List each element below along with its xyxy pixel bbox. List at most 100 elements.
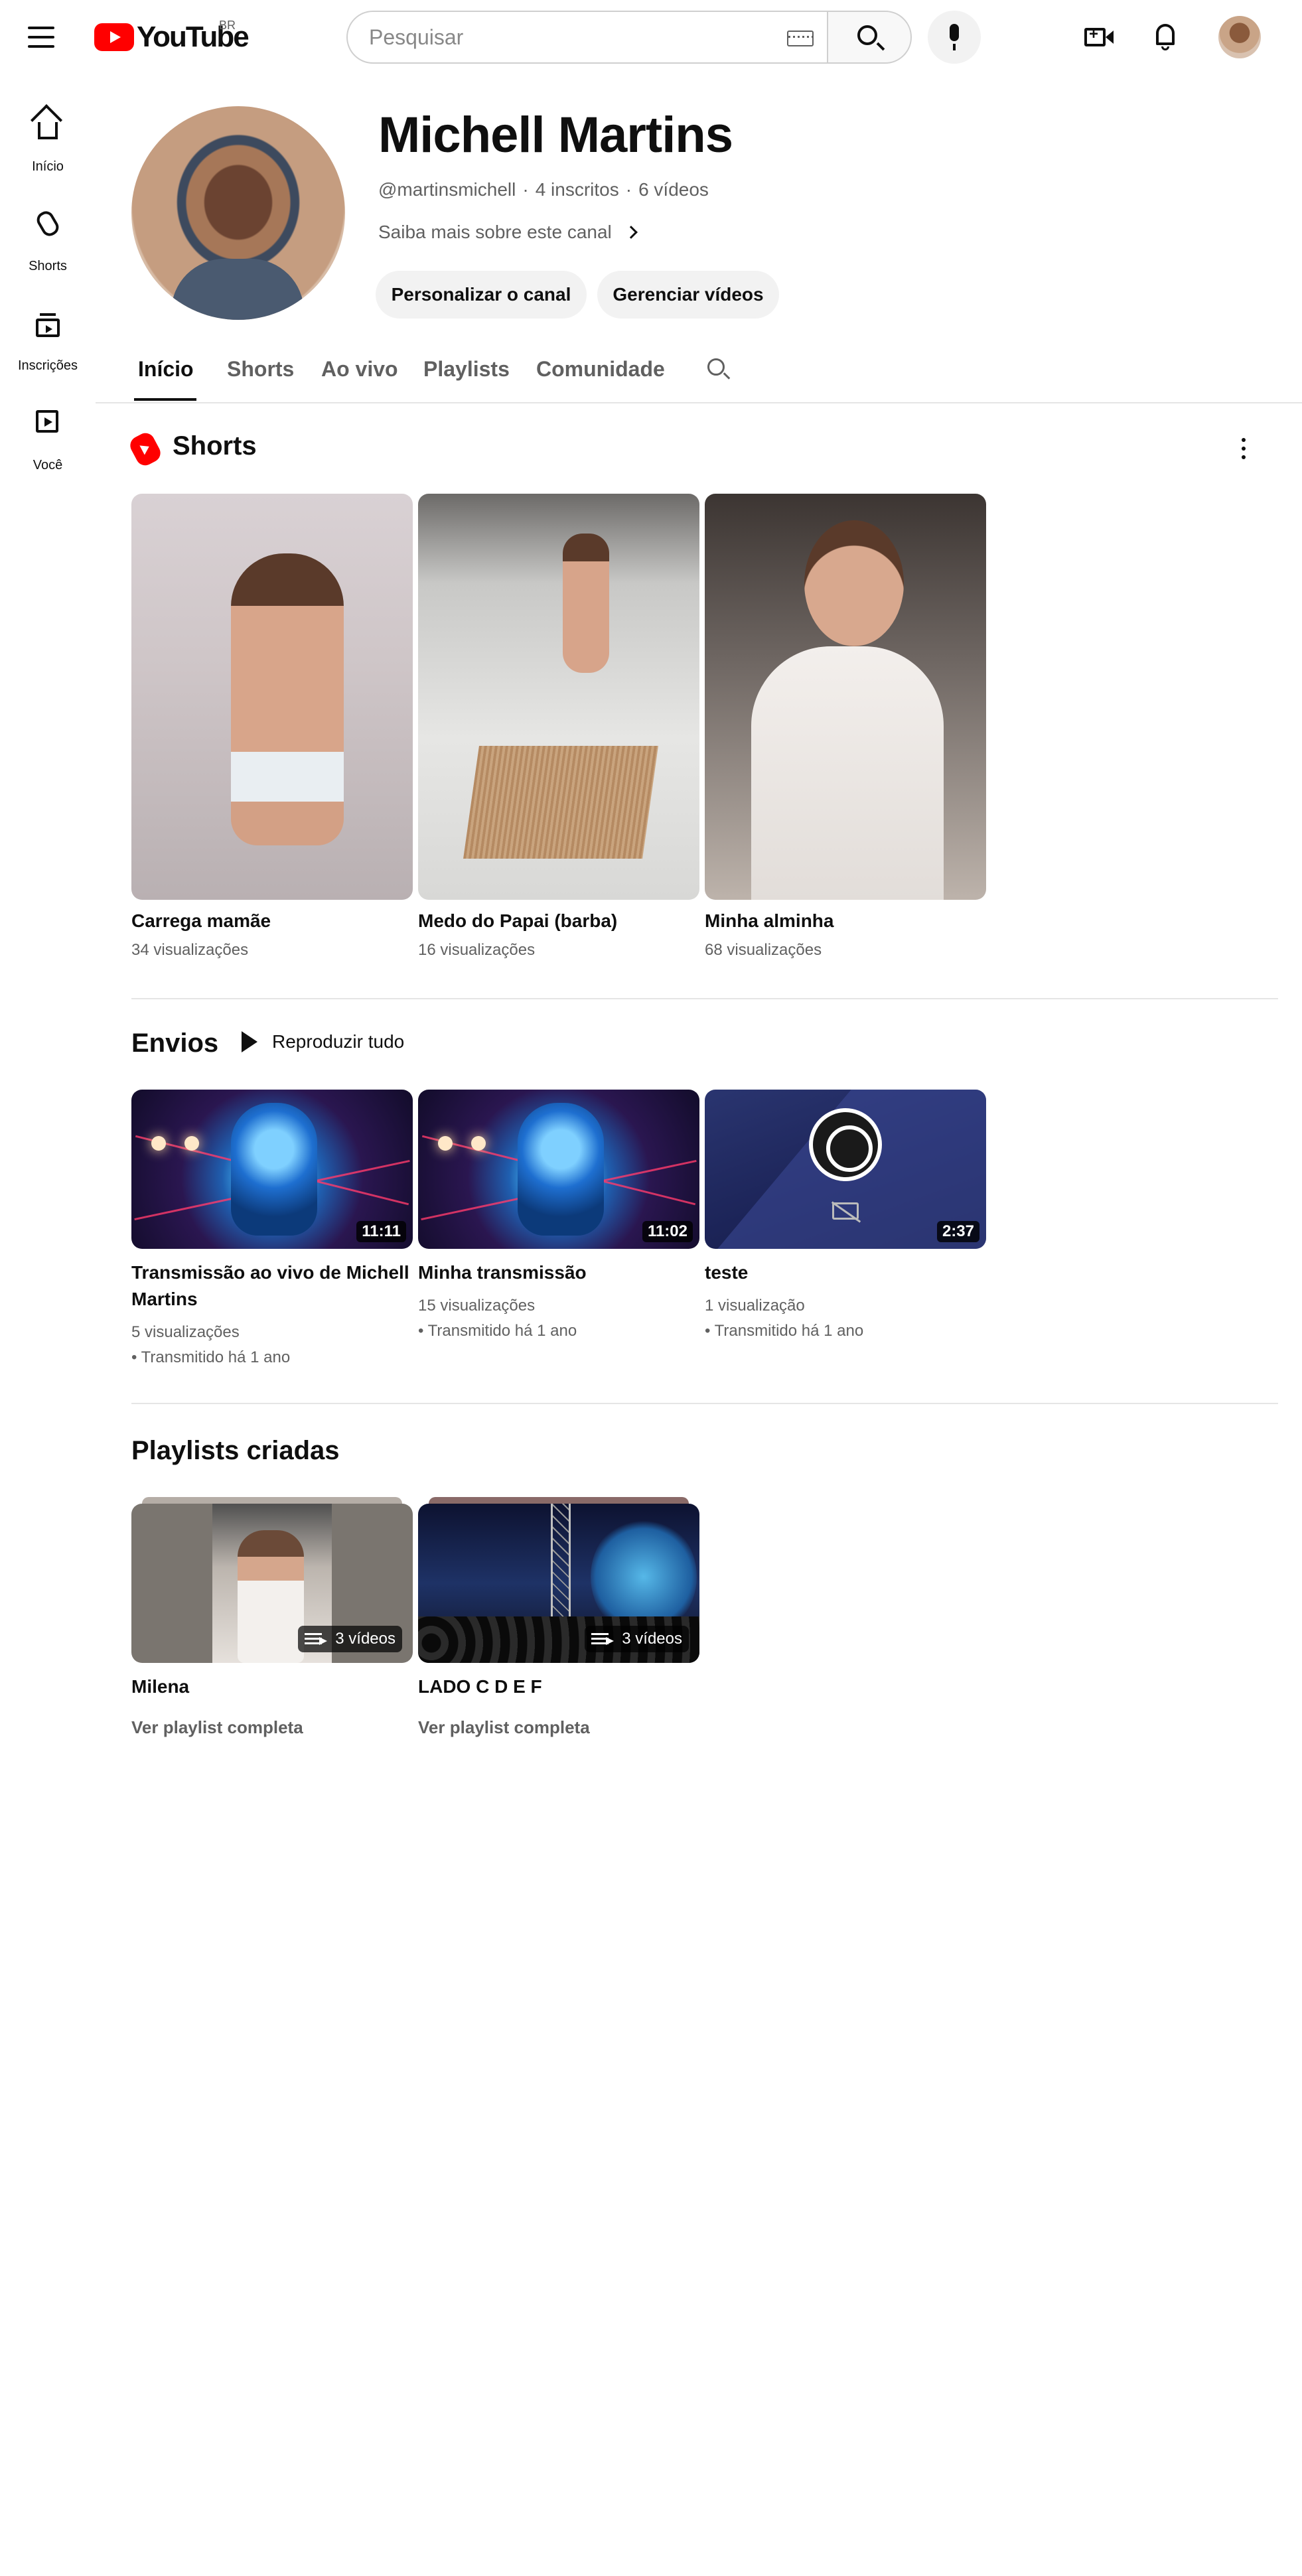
subscriptions-icon bbox=[36, 313, 60, 337]
video-thumbnail[interactable]: 2:37 bbox=[705, 1090, 986, 1249]
video-stream-date: • Transmitido há 1 ano bbox=[418, 1322, 577, 1340]
tab-community[interactable]: Comunidade bbox=[536, 357, 665, 382]
play-icon bbox=[242, 1031, 257, 1052]
microphone-icon bbox=[950, 24, 959, 50]
shorts-section-title: Shorts bbox=[173, 431, 257, 461]
video-thumbnail[interactable]: 11:11 bbox=[131, 1090, 413, 1249]
playlist-thumbnail[interactable]: 3 vídeos bbox=[418, 1504, 699, 1663]
channel-avatar[interactable] bbox=[131, 106, 345, 320]
playlist-thumbnail[interactable]: 3 vídeos bbox=[131, 1504, 413, 1663]
shorts-icon bbox=[34, 208, 62, 239]
tab-shorts[interactable]: Shorts bbox=[227, 357, 294, 382]
video-duration: 2:37 bbox=[936, 1221, 979, 1242]
video-stream-date: • Transmitido há 1 ano bbox=[705, 1322, 864, 1340]
about-label: Saiba mais sobre este canal bbox=[378, 222, 612, 242]
view-full-playlist-link[interactable]: Ver playlist completa bbox=[131, 1717, 303, 1738]
youtube-logo[interactable]: YouTube BR bbox=[94, 19, 250, 54]
top-bar: YouTube BR bbox=[0, 0, 1302, 74]
short-thumbnail[interactable] bbox=[131, 494, 413, 900]
channel-about-link[interactable]: Saiba mais sobre este canal bbox=[378, 222, 638, 243]
video-camera-plus-icon bbox=[1084, 25, 1106, 46]
video-duration: 11:02 bbox=[642, 1221, 693, 1242]
tab-home[interactable]: Início bbox=[138, 357, 194, 382]
short-title[interactable]: Medo do Papai (barba) bbox=[418, 910, 617, 932]
short-views: 68 visualizações bbox=[705, 941, 822, 959]
meta-separator: · bbox=[625, 179, 632, 200]
channel-name: Michell Martins bbox=[378, 107, 733, 163]
video-views: 1 visualização bbox=[705, 1297, 805, 1315]
channel-meta: @martinsmichell · 4 inscritos · 6 vídeos bbox=[378, 179, 709, 200]
video-duration: 11:11 bbox=[356, 1221, 406, 1242]
short-views: 34 visualizações bbox=[131, 941, 249, 959]
playlist-count-badge: 3 vídeos bbox=[585, 1626, 689, 1652]
video-title[interactable]: Transmissão ao vivo de Michell Martins bbox=[131, 1259, 410, 1313]
search-input[interactable] bbox=[369, 25, 767, 50]
channel-handle: @martinsmichell bbox=[378, 179, 516, 200]
tabs-divider bbox=[96, 402, 1302, 403]
video-views: 15 visualizações bbox=[418, 1297, 536, 1315]
account-avatar[interactable] bbox=[1218, 16, 1261, 58]
playlist-title[interactable]: LADO C D E F bbox=[418, 1676, 542, 1697]
short-thumbnail[interactable] bbox=[418, 494, 699, 900]
more-options-icon[interactable] bbox=[1236, 435, 1252, 462]
short-thumbnail[interactable] bbox=[705, 494, 986, 900]
obs-logo-icon bbox=[809, 1108, 882, 1181]
sidebar-item-label: Shorts bbox=[29, 259, 67, 273]
short-title[interactable]: Minha alminha bbox=[705, 910, 833, 932]
search-icon bbox=[707, 358, 725, 376]
playlist-count: 3 vídeos bbox=[622, 1630, 682, 1648]
sidebar-item-shorts[interactable]: Shorts bbox=[0, 192, 96, 273]
you-icon bbox=[36, 410, 58, 433]
section-divider bbox=[131, 1403, 1278, 1404]
notifications-button[interactable] bbox=[1151, 21, 1180, 53]
playlists-section-title: Playlists criadas bbox=[131, 1436, 340, 1465]
search-button[interactable] bbox=[827, 11, 912, 64]
home-icon bbox=[38, 122, 58, 139]
playlist-icon bbox=[305, 1633, 328, 1645]
active-tab-indicator bbox=[134, 398, 196, 401]
youtube-play-icon bbox=[94, 23, 134, 51]
short-card[interactable]: Medo do Papai (barba) 16 visualizações bbox=[418, 494, 699, 959]
search-box bbox=[346, 11, 827, 64]
view-full-playlist-link[interactable]: Ver playlist completa bbox=[418, 1717, 590, 1738]
play-all-button[interactable]: Reproduzir tudo bbox=[242, 1031, 404, 1052]
create-video-button[interactable] bbox=[1084, 23, 1114, 52]
playlist-stack bbox=[429, 1497, 689, 1504]
keyboard-icon[interactable] bbox=[787, 31, 814, 46]
sidebar-item-you[interactable]: Você bbox=[0, 392, 96, 472]
subscriber-count: 4 inscritos bbox=[535, 179, 619, 200]
tab-live[interactable]: Ao vivo bbox=[321, 357, 398, 382]
video-card[interactable]: 11:02 Minha transmissão 15 visualizações… bbox=[418, 1090, 699, 1340]
bell-icon bbox=[1156, 24, 1175, 45]
meta-separator: · bbox=[522, 179, 529, 200]
menu-icon[interactable] bbox=[28, 21, 68, 53]
short-title[interactable]: Carrega mamãe bbox=[131, 910, 271, 932]
country-code: BR bbox=[219, 19, 236, 32]
uploads-section-title: Envios bbox=[131, 1029, 219, 1058]
channel-search-button[interactable] bbox=[707, 358, 730, 381]
video-card[interactable]: 2:37 teste 1 visualização • Transmitido … bbox=[705, 1090, 986, 1340]
playlist-stack bbox=[142, 1497, 402, 1504]
voice-search-button[interactable] bbox=[928, 11, 981, 64]
short-views: 16 visualizações bbox=[418, 941, 536, 959]
manage-videos-button[interactable]: Gerenciar vídeos bbox=[597, 271, 779, 319]
video-title[interactable]: teste bbox=[705, 1259, 983, 1286]
chevron-right-icon bbox=[624, 226, 638, 239]
shorts-logo-icon bbox=[127, 429, 164, 469]
video-card[interactable]: 11:11 Transmissão ao vivo de Michell Mar… bbox=[131, 1090, 413, 1366]
playlist-count: 3 vídeos bbox=[335, 1630, 396, 1648]
playlist-title[interactable]: Milena bbox=[131, 1676, 189, 1697]
sidebar-item-label: Início bbox=[32, 159, 64, 174]
customize-channel-button[interactable]: Personalizar o canal bbox=[376, 271, 587, 319]
camera-off-icon bbox=[832, 1202, 859, 1220]
video-title[interactable]: Minha transmissão bbox=[418, 1259, 697, 1286]
sidebar-item-home[interactable]: Início bbox=[0, 93, 96, 174]
short-card[interactable]: Carrega mamãe 34 visualizações bbox=[131, 494, 413, 959]
video-thumbnail[interactable]: 11:02 bbox=[418, 1090, 699, 1249]
playlist-icon bbox=[591, 1633, 615, 1645]
sidebar-item-label: Você bbox=[33, 458, 63, 472]
sidebar-item-subscriptions[interactable]: Inscrições bbox=[0, 292, 96, 373]
playlist-count-badge: 3 vídeos bbox=[298, 1626, 402, 1652]
tab-playlists[interactable]: Playlists bbox=[423, 357, 510, 382]
short-card[interactable]: Minha alminha 68 visualizações bbox=[705, 494, 986, 959]
